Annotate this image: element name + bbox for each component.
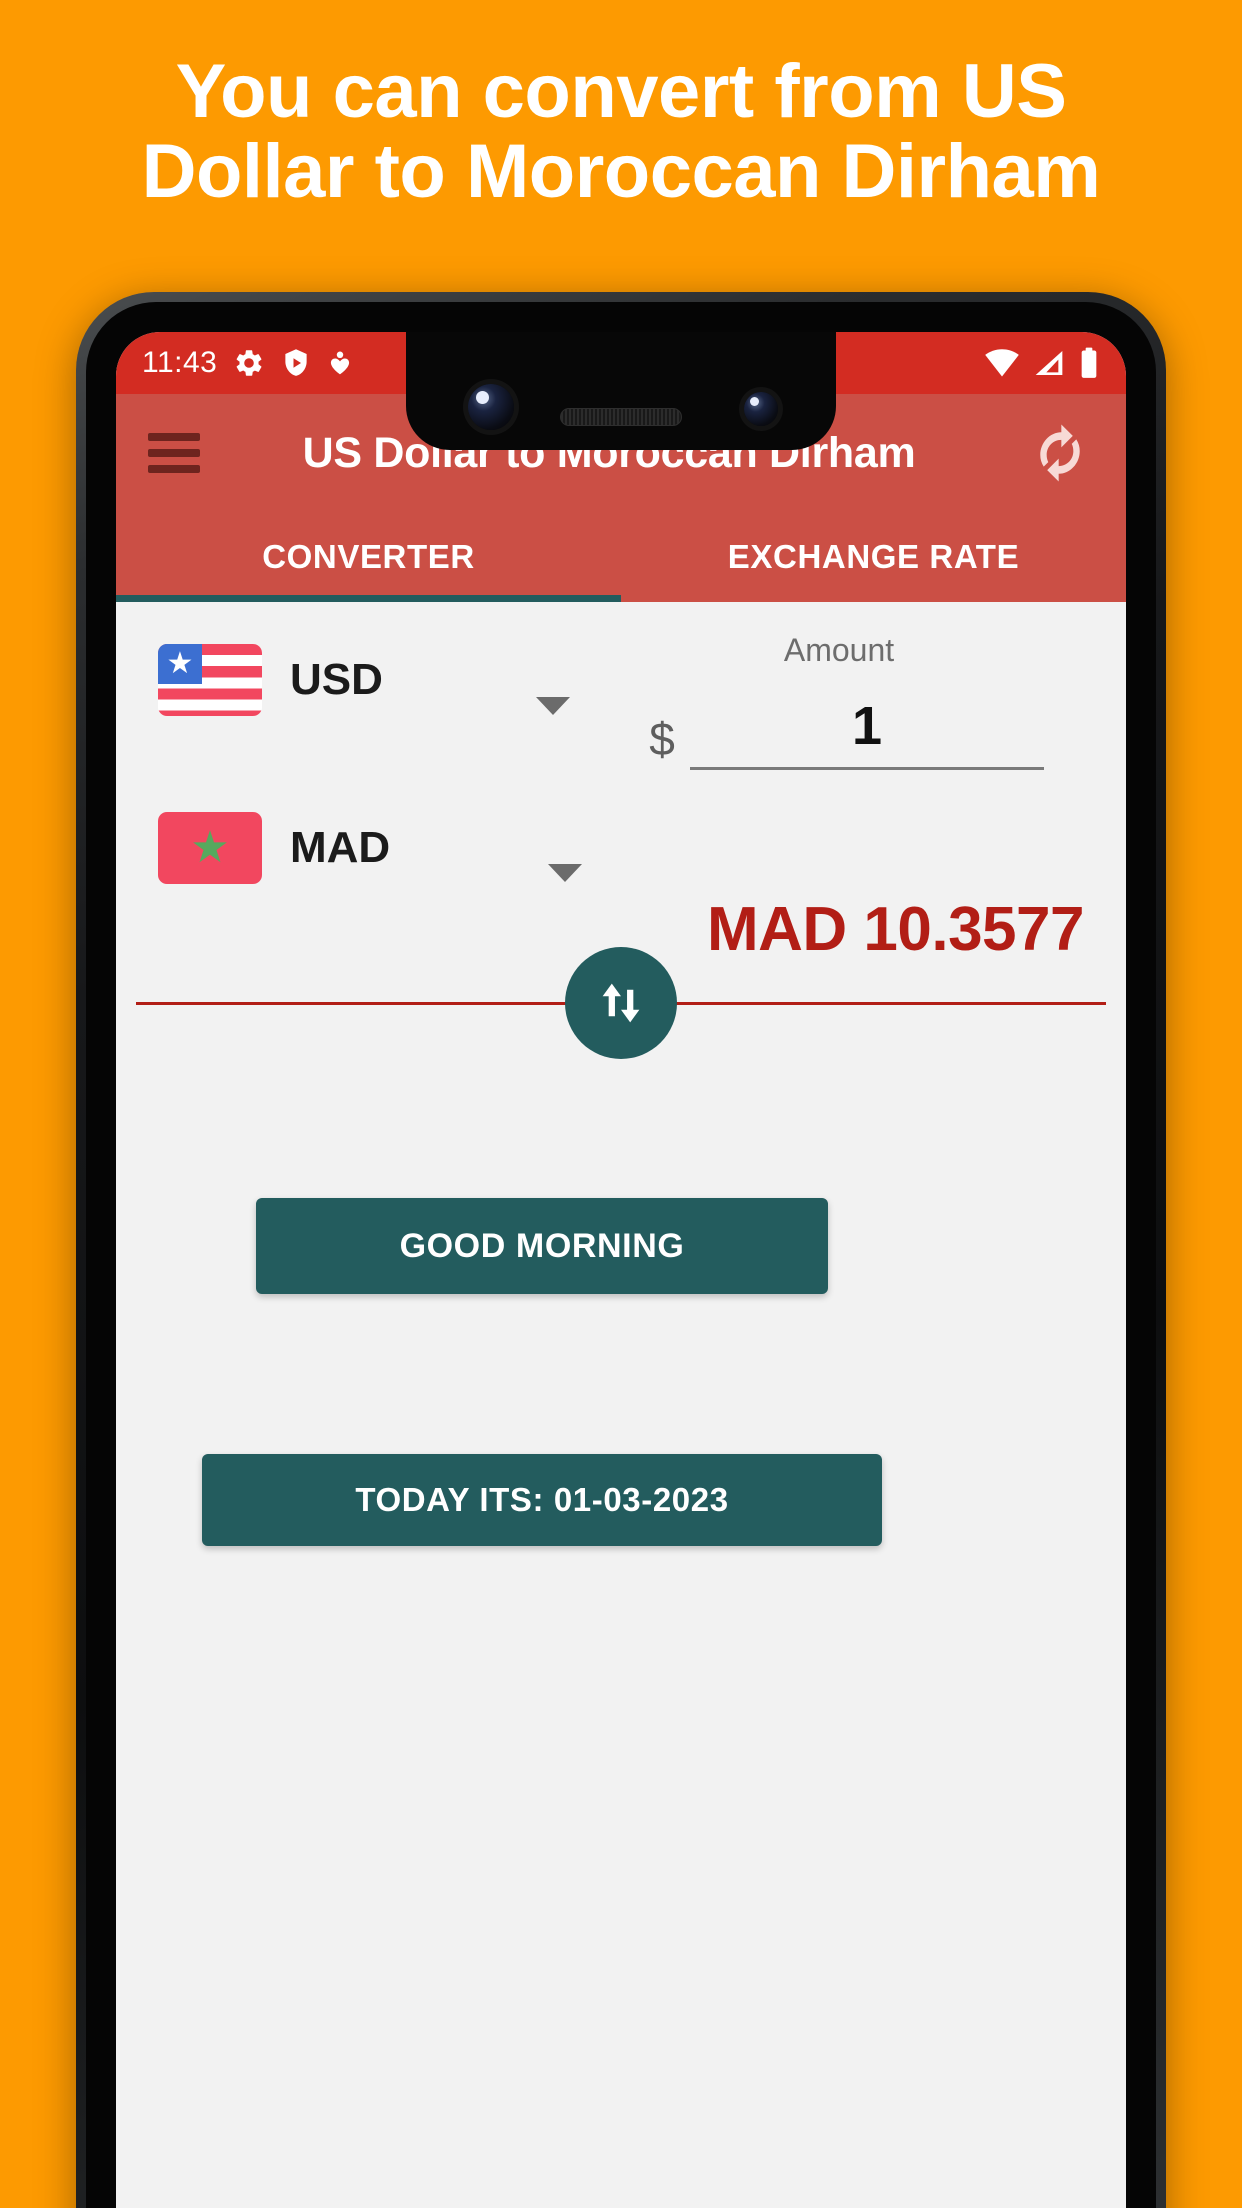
shield-play-icon — [285, 349, 307, 376]
promo-headline-line-1: You can convert from US — [175, 49, 1067, 134]
converter-panel: ★ USD Amount $ 1 ★ MAD MAD 10.3577 GOOD … — [116, 602, 1126, 2208]
flag-us-icon: ★ — [158, 644, 262, 716]
camera-notch — [406, 332, 836, 450]
phone-screen: 11:43 US Dollar to Moroccan Dirham CONVE… — [116, 332, 1126, 2208]
cellular-signal-icon — [1035, 351, 1063, 375]
status-bar-left: 11:43 — [142, 346, 353, 380]
from-currency-code: USD — [290, 655, 383, 704]
refresh-icon[interactable] — [1028, 421, 1092, 485]
amount-input[interactable]: 1 — [690, 695, 1044, 767]
from-currency-chevron-down-icon[interactable] — [536, 697, 570, 715]
flag-us-star: ★ — [166, 647, 194, 680]
flag-morocco-star: ★ — [190, 823, 230, 872]
battery-icon — [1081, 347, 1097, 378]
to-currency-row[interactable]: ★ MAD — [158, 812, 390, 884]
phone-bezel: 11:43 US Dollar to Moroccan Dirham CONVE… — [86, 302, 1156, 2208]
conversion-result: MAD 10.3577 — [706, 895, 1085, 964]
promo-headline: You can convert from US Dollar to Morocc… — [0, 52, 1242, 212]
earpiece-speaker — [560, 408, 682, 426]
swap-vertical-icon — [602, 983, 640, 1023]
today-date-button[interactable]: TODAY ITS: 01-03-2023 — [202, 1454, 882, 1546]
swap-currencies-button[interactable] — [565, 947, 677, 1059]
from-currency-row[interactable]: ★ USD — [158, 644, 383, 716]
tab-converter[interactable]: CONVERTER — [116, 512, 621, 602]
to-currency-code: MAD — [290, 823, 391, 872]
gear-icon — [237, 350, 262, 376]
greeting-button[interactable]: GOOD MORNING — [256, 1198, 828, 1294]
heart-person-icon — [331, 351, 350, 375]
tab-bar: CONVERTER EXCHANGE RATE — [116, 512, 1126, 602]
tab-active-indicator — [116, 595, 621, 602]
currency-symbol: $ — [649, 713, 675, 765]
status-bar-right — [984, 347, 1100, 379]
amount-block: Amount $ 1 — [634, 632, 1044, 770]
to-currency-chevron-down-icon[interactable] — [548, 864, 582, 882]
phone-device-frame: 11:43 US Dollar to Moroccan Dirham CONVE… — [76, 292, 1166, 2208]
amount-label: Amount — [783, 632, 895, 668]
tab-exchange-rate[interactable]: EXCHANGE RATE — [621, 512, 1126, 602]
secondary-camera-icon — [744, 392, 778, 426]
amount-input-underline — [690, 767, 1044, 770]
status-bar-clock: 11:43 — [142, 346, 218, 379]
wifi-icon — [985, 349, 1019, 377]
front-camera-icon — [468, 384, 514, 430]
flag-morocco-icon: ★ — [158, 812, 262, 884]
promo-headline-line-2: Dollar to Moroccan Dirham — [141, 128, 1101, 214]
